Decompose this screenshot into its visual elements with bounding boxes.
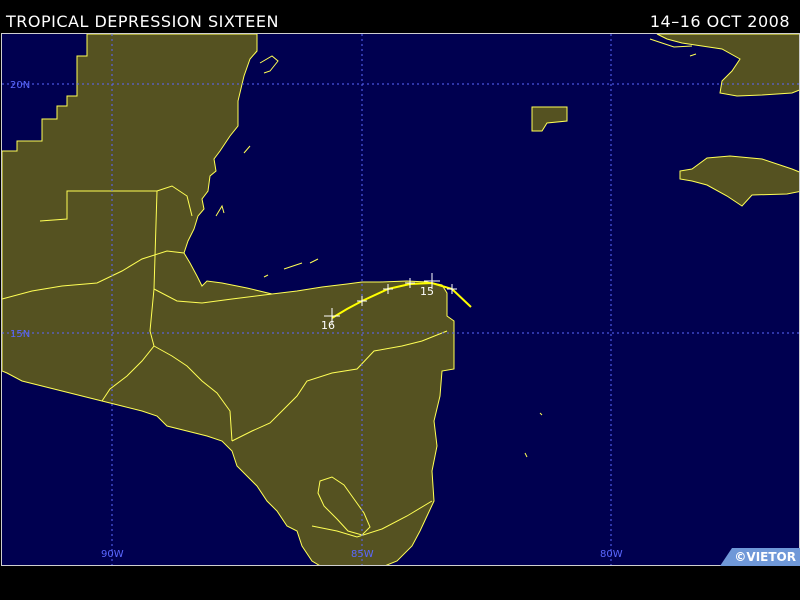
track-day-label-16: 16 xyxy=(321,319,335,332)
credit-badge: ©VIETOR xyxy=(720,548,800,566)
bottom-bar xyxy=(0,566,800,600)
storm-track-map: 20N 15N 90W 85W 80W 15 16 xyxy=(2,34,799,565)
lon-label-85w: 85W xyxy=(351,549,374,560)
lat-label-15n: 15N xyxy=(10,329,30,340)
lon-label-90w: 90W xyxy=(101,549,124,560)
map-title: TROPICAL DEPRESSION SIXTEEN xyxy=(6,12,279,31)
lat-label-20n: 20N xyxy=(10,80,30,91)
date-range: 14–16 OCT 2008 xyxy=(649,12,790,31)
map-panel: 20N 15N 90W 85W 80W 15 16 xyxy=(1,33,800,566)
lon-label-80w: 80W xyxy=(600,549,623,560)
track-day-label-15: 15 xyxy=(420,285,434,298)
